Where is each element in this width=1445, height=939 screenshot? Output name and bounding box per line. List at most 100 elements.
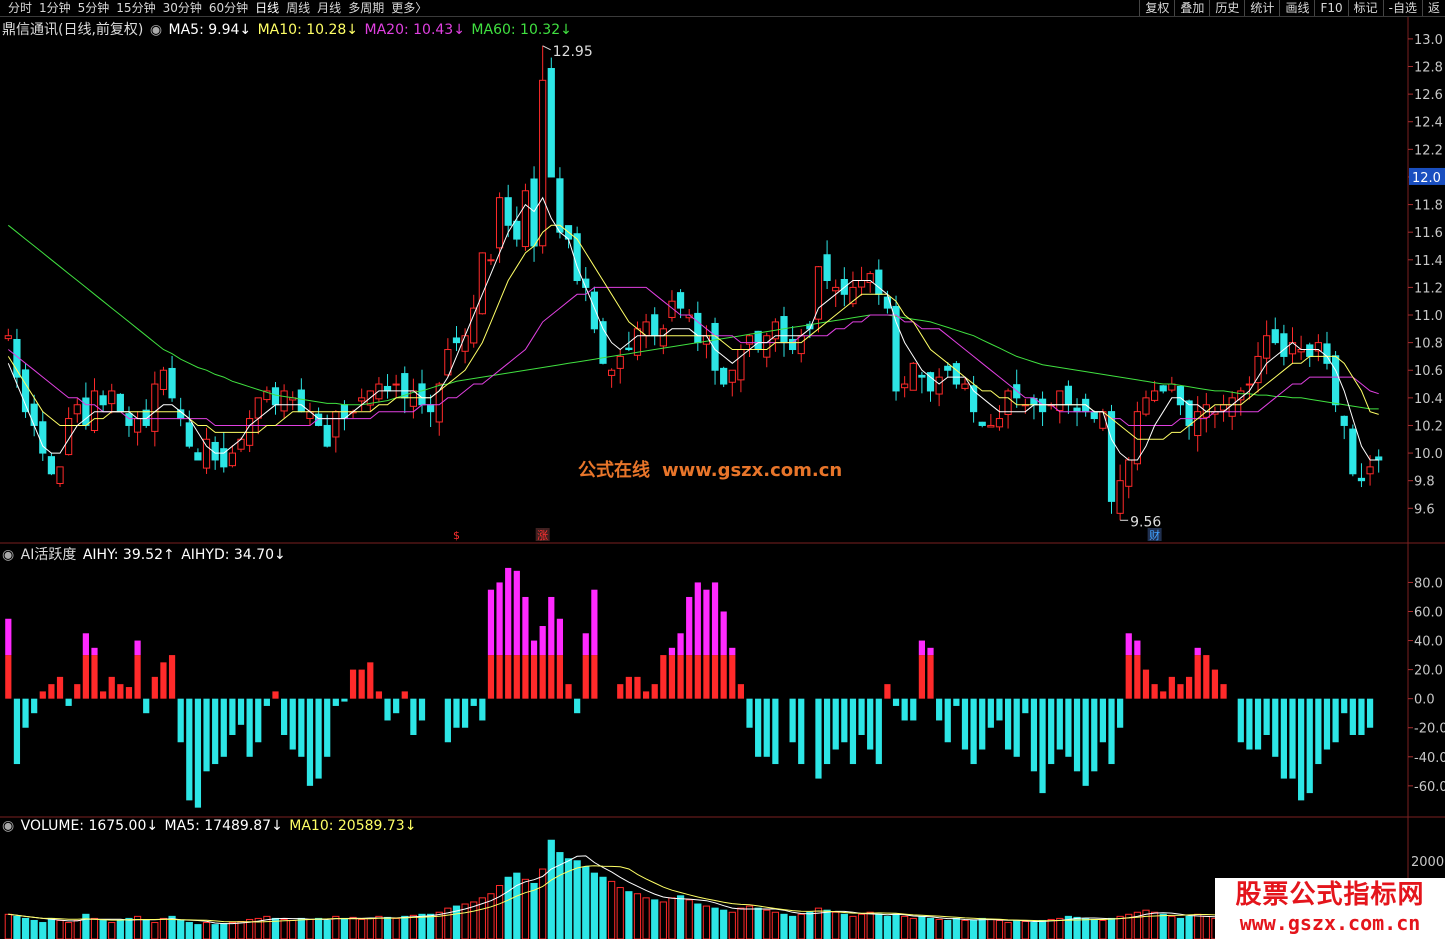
indicator-bar-strong [1134,640,1141,656]
indicator-bar [289,698,296,750]
indicator-bar [82,655,89,699]
indicator-bar [220,698,227,757]
tab-more[interactable]: 更多〉 [391,0,427,16]
candle-body [1280,333,1288,357]
volume-bar [1047,918,1055,939]
indicator-bar [100,691,107,699]
volume-bar [280,918,288,939]
back-button[interactable]: 返 [1421,0,1445,16]
volume-bar [125,917,133,939]
indicator-bar [1091,698,1098,772]
volume-bar [349,916,357,939]
indicator-bar [539,655,546,699]
indicator-bar [1194,655,1201,699]
candle-body [151,383,159,432]
volume-bar [1202,915,1210,939]
indicator-bar [1341,698,1348,714]
volume-ma10-legend: MA10: 20589.73↓ [289,818,417,834]
f10-button[interactable]: F10 [1314,0,1347,16]
settings-icon[interactable]: ◉ [2,818,14,834]
candle-body [228,452,236,467]
candle-body [892,305,900,392]
volume-bar [1004,922,1012,939]
candle-body [1168,383,1176,391]
mark-button[interactable]: 标记 [1347,0,1383,16]
indicator-bar [634,676,641,699]
indicator-bar-strong [505,567,512,656]
tab-daily[interactable]: 日线 [255,0,279,16]
candle-body [728,369,736,383]
indicator-bar [996,698,1003,721]
ma60-legend: MA60: 10.32↓ [471,22,572,38]
indicator-bar [74,684,81,699]
volume-bar [668,897,676,939]
candle-body [1245,383,1254,386]
indicator-bar-strong [677,633,684,656]
indicator-bar [48,684,55,699]
volume-bar [21,917,30,939]
volume-panel[interactable] [4,839,1400,939]
tab-30min[interactable]: 30分钟 [163,0,202,16]
indicator-bar [1332,698,1339,743]
indicator-panel[interactable] [5,567,1374,808]
indicator-bar [1211,669,1219,699]
candle-body [659,328,667,347]
candle-body [694,312,702,344]
indicator-bar [349,669,357,699]
stats-button[interactable]: 统计 [1244,0,1279,16]
candle-body [418,383,426,406]
indicator-bar [987,698,994,728]
site-logo-title: 股票公式指标网 [1235,880,1425,910]
indicator-bar [39,691,46,699]
history-button[interactable]: 历史 [1209,0,1244,16]
indicator-bar [298,698,305,757]
indicator-bar [1185,676,1193,699]
tab-weekly[interactable]: 周线 [286,0,310,16]
candle-body [332,411,340,438]
candle-body [47,456,56,475]
indicator-bar [453,698,460,728]
tab-5min[interactable]: 5分钟 [78,0,110,16]
tab-minute[interactable]: 分时 [8,0,32,16]
restore-button[interactable]: 复权 [1139,0,1174,16]
candle-body [797,335,805,355]
indicator-bar [1289,698,1296,779]
candle-body [82,397,90,426]
volume-bar [987,918,995,939]
candle-body [633,328,642,356]
tab-15min[interactable]: 15分钟 [116,0,155,16]
tab-60min[interactable]: 60分钟 [209,0,248,16]
tab-monthly[interactable]: 月线 [317,0,341,16]
indicator-tick-label: 80.0 [1414,576,1443,591]
volume-bar [392,917,400,939]
volume-bar [694,903,702,939]
indicator-bar [694,655,701,699]
indicator-bar [548,655,555,699]
indicator-bar [1142,669,1150,699]
indicator-bar-strong [539,626,546,656]
candle-body [857,280,866,288]
volume-bar [1021,921,1029,939]
indicator-bar [841,698,848,743]
indicator-tick-label: 40.0 [1414,635,1443,650]
candle-body [952,363,960,385]
watchlist-button[interactable]: -自选 [1382,0,1422,16]
indicator-bar-strong [918,640,925,656]
volume-bar [1168,915,1176,939]
draw-button[interactable]: 画线 [1279,0,1314,16]
settings-icon[interactable]: ◉ [150,22,162,38]
candle-body [452,337,461,344]
tab-1min[interactable]: 1分钟 [39,0,71,16]
volume-bar [926,917,935,939]
volume-bar [194,924,202,939]
tab-multi-period[interactable]: 多周期 [348,0,384,16]
settings-icon[interactable]: ◉ [2,547,14,563]
candle-body [995,418,1004,428]
indicator-bar [177,698,184,743]
overlay-button[interactable]: 叠加 [1174,0,1209,16]
indicator-bar [849,698,857,765]
indicator-bar [522,655,529,699]
indicator-bar [281,698,288,735]
site-logo-url: www.gszx.com.cn [1239,911,1421,935]
volume-bar [970,919,978,939]
